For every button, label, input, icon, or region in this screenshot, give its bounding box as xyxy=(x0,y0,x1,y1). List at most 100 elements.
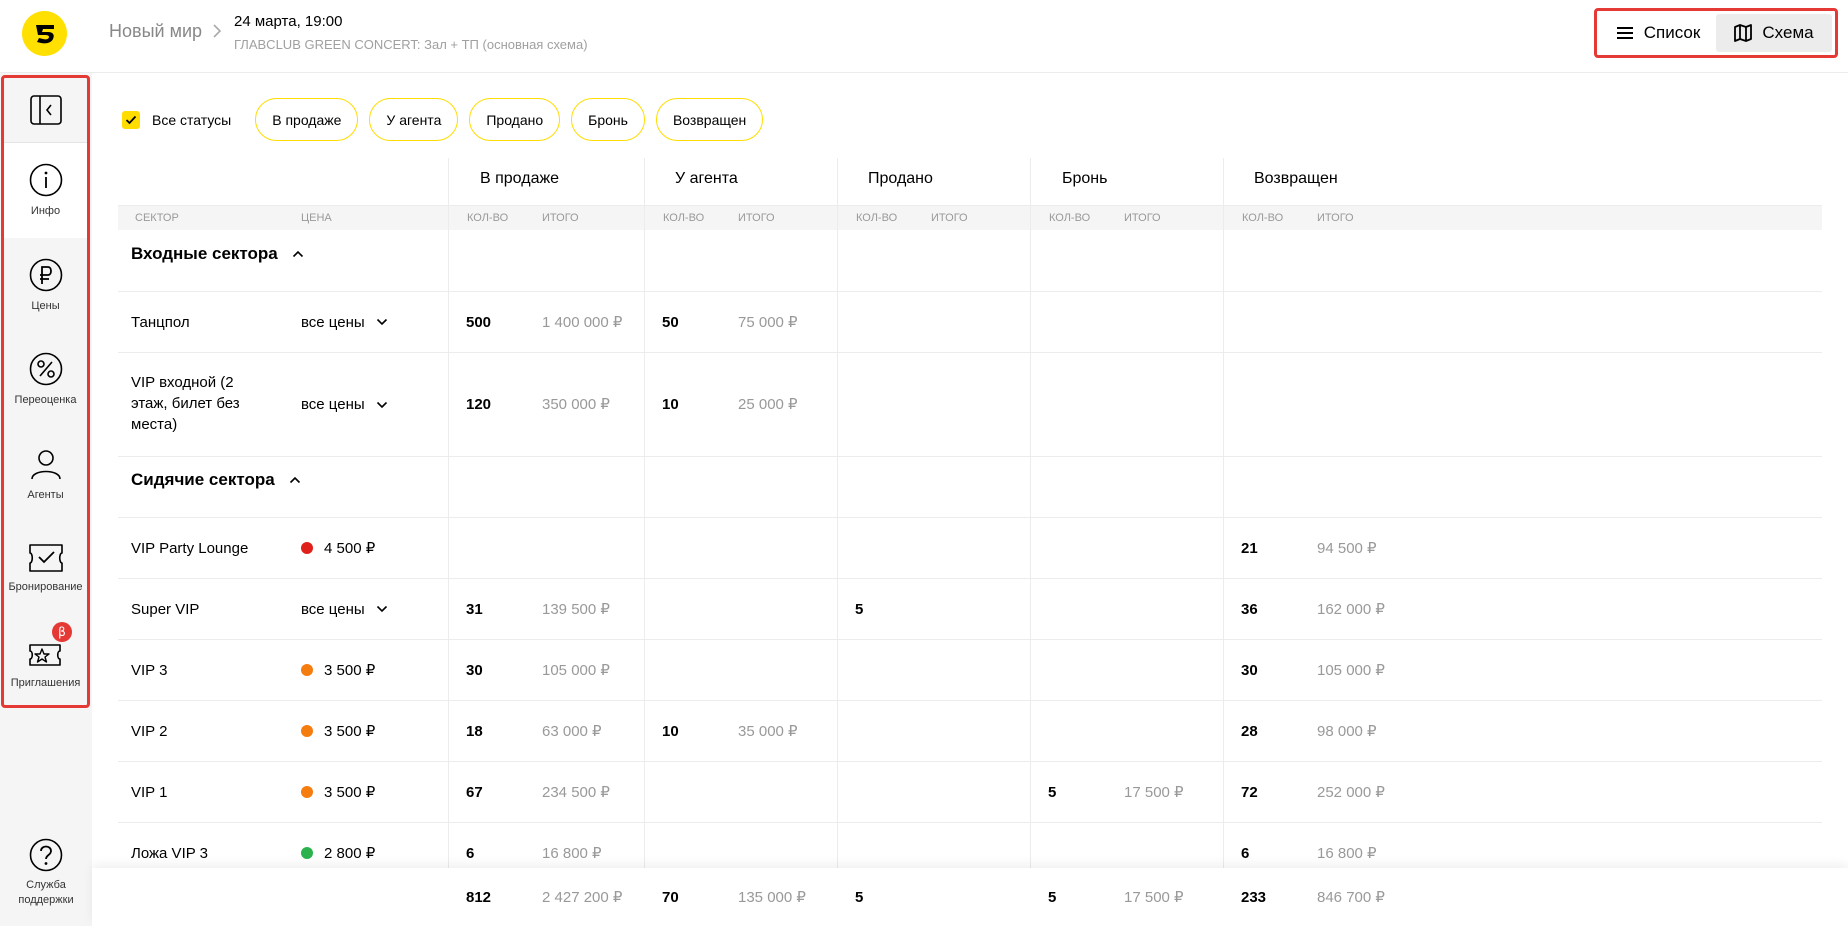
row-divider xyxy=(118,291,1822,292)
view-list-button[interactable]: Список xyxy=(1600,14,1716,52)
support-label-line2: поддержки xyxy=(18,894,74,906)
total-sum: 2 427 200 ₽ xyxy=(542,889,623,906)
qty-value: 67 xyxy=(466,783,483,801)
collapse-panel-icon xyxy=(29,95,62,125)
total-value: 105 000 ₽ xyxy=(542,661,610,679)
support-label-line1: Служба xyxy=(26,879,66,891)
section-header[interactable]: Сидячие сектора xyxy=(131,470,301,490)
filter-chip-returned[interactable]: Возвращен xyxy=(655,98,764,141)
sidebar-item-invitations[interactable]: β Приглашения xyxy=(4,616,87,711)
view-switcher: Список Схема xyxy=(1594,8,1838,58)
filter-chip-sold[interactable]: Продано xyxy=(469,98,561,141)
price-selector[interactable]: все цены xyxy=(301,394,388,415)
chevron-right-icon xyxy=(213,24,222,38)
row-divider xyxy=(118,639,1822,640)
row-divider xyxy=(118,700,1822,701)
beta-badge: β xyxy=(52,621,72,642)
price-color-dot xyxy=(301,847,313,859)
total-qty: 812 xyxy=(466,889,492,906)
price-value: 3 500 ₽ xyxy=(301,721,375,742)
price-label: 3 500 ₽ xyxy=(324,661,376,679)
price-label: все цены xyxy=(301,396,365,413)
total-value: 63 000 ₽ xyxy=(542,722,602,740)
chevron-up-icon[interactable] xyxy=(289,476,301,484)
total-value: 16 800 ₽ xyxy=(1317,844,1377,862)
qty-value: 10 xyxy=(662,722,679,740)
total-qty: 233 xyxy=(1241,889,1267,906)
qty-value: 36 xyxy=(1241,600,1258,618)
total-value: 252 000 ₽ xyxy=(1317,783,1385,801)
chevron-up-icon[interactable] xyxy=(292,250,304,258)
price-color-dot xyxy=(301,725,313,737)
total-value: 35 000 ₽ xyxy=(738,722,798,740)
sidebar-item-label: Агенты xyxy=(27,488,64,501)
col-header-qty: КОЛ-ВО xyxy=(663,212,705,224)
sidebar-item-booking[interactable]: Бронирование xyxy=(4,521,87,616)
sidebar-item-info[interactable]: Инфо xyxy=(4,143,87,238)
app-logo[interactable] xyxy=(22,11,67,56)
total-value: 350 000 ₽ xyxy=(542,396,610,413)
breadcrumb-root[interactable]: Новый мир xyxy=(109,21,202,42)
price-label: 4 500 ₽ xyxy=(324,539,376,557)
price-label: 3 500 ₽ xyxy=(324,783,376,801)
map-icon xyxy=(1734,24,1753,42)
checkbox-box[interactable] xyxy=(122,110,140,129)
qty-value: 30 xyxy=(466,661,483,679)
total-value: 105 000 ₽ xyxy=(1317,661,1385,679)
total-sum: 17 500 ₽ xyxy=(1124,889,1184,906)
price-selector[interactable]: все цены xyxy=(301,312,388,333)
total-value: 1 400 000 ₽ xyxy=(542,313,623,331)
qty-value: 5 xyxy=(1048,783,1057,801)
sidebar-item-agents[interactable]: Агенты xyxy=(4,427,87,522)
col-header-total: ИТОГО xyxy=(542,212,579,224)
top-bar: Новый мир 24 марта, 19:00 ГЛАВCLUB GREEN… xyxy=(0,0,1848,73)
row-divider xyxy=(118,517,1822,518)
section-title: Сидячие сектора xyxy=(131,470,275,489)
ruble-icon xyxy=(29,258,62,292)
price-value: 4 500 ₽ xyxy=(301,538,375,559)
price-value: 2 800 ₽ xyxy=(301,843,375,864)
total-qty: 70 xyxy=(662,889,679,906)
sidebar-item-label: Цены xyxy=(31,299,60,312)
total-value: 16 800 ₽ xyxy=(542,844,602,862)
filter-chip-at-agent[interactable]: У агента xyxy=(369,98,459,141)
price-color-dot xyxy=(301,542,313,554)
chevron-down-icon[interactable] xyxy=(376,605,388,613)
collapse-sidebar-button[interactable] xyxy=(4,78,87,143)
row-divider xyxy=(118,456,1822,457)
price-value: 3 500 ₽ xyxy=(301,782,375,803)
col-header-price: ЦЕНА xyxy=(301,212,332,224)
price-selector[interactable]: все цены xyxy=(301,599,388,620)
sector-name: VIP входной (2 этаж, билет без места) xyxy=(131,374,240,433)
sidebar-item-repricing[interactable]: Переоценка xyxy=(4,332,87,427)
qty-value: 28 xyxy=(1241,722,1258,740)
filter-chip-on-sale[interactable]: В продаже xyxy=(255,98,359,141)
support-link[interactable]: Служба поддержки xyxy=(0,838,92,908)
column-header-row: СЕКТОР ЦЕНА КОЛ-ВО ИТОГО КОЛ-ВО ИТОГО КО… xyxy=(118,206,1822,230)
chevron-down-icon[interactable] xyxy=(376,401,388,409)
total-value: 94 500 ₽ xyxy=(1317,539,1377,557)
filter-chip-reserved[interactable]: Бронь xyxy=(571,98,645,141)
qty-value: 72 xyxy=(1241,783,1258,801)
total-value: 25 000 ₽ xyxy=(738,396,798,413)
percent-icon xyxy=(29,352,62,386)
chevron-down-icon[interactable] xyxy=(376,318,388,326)
view-scheme-button[interactable]: Схема xyxy=(1716,14,1832,52)
col-header-qty: КОЛ-ВО xyxy=(1049,212,1091,224)
sidebar-nav: Инфо Цены Переоценка Агенты Бронирование… xyxy=(1,75,90,708)
sidebar-item-prices[interactable]: Цены xyxy=(4,238,87,333)
total-qty: 5 xyxy=(1048,889,1057,906)
sidebar-item-label: Инфо xyxy=(30,205,61,218)
price-color-dot xyxy=(301,664,313,676)
total-value: 234 500 ₽ xyxy=(542,783,610,801)
view-list-label: Список xyxy=(1643,23,1701,42)
sales-table: В продаже У агента Продано Бронь Возвращ… xyxy=(118,158,1822,868)
list-icon xyxy=(1616,27,1633,39)
logo-icon xyxy=(35,24,54,43)
section-header[interactable]: Входные сектора xyxy=(131,244,304,264)
total-value: 98 000 ₽ xyxy=(1317,722,1377,740)
all-statuses-checkbox[interactable]: Все статусы xyxy=(122,110,232,129)
check-icon xyxy=(125,115,137,124)
group-header-at-agent: У агента xyxy=(675,170,738,187)
all-statuses-label: Все статусы xyxy=(152,111,232,128)
